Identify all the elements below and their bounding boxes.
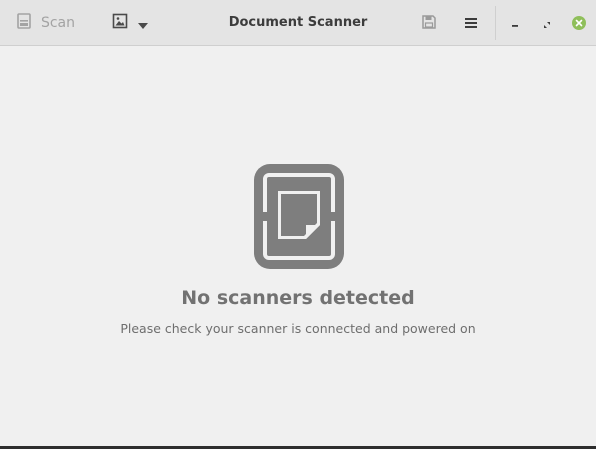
close-button[interactable] [567,7,591,39]
save-button[interactable] [414,7,444,39]
empty-state-subtitle: Please check your scanner is connected a… [120,321,476,336]
close-icon [572,16,586,30]
chevron-down-icon [138,14,148,33]
main-content: No scanners detected Please check your s… [0,46,596,446]
scan-button[interactable]: Scan [10,7,82,39]
document-scanner-icon [254,164,344,269]
image-icon [112,13,128,33]
menu-button[interactable] [456,7,486,39]
header-separator [495,6,496,40]
save-icon [422,14,436,33]
maximize-button[interactable] [536,7,558,39]
scanner-icon [17,13,31,33]
minimize-icon [511,14,519,33]
minimize-button[interactable] [504,7,526,39]
maximize-icon [543,14,551,33]
document-scanner-window: Scan Document Scanner No scanners detect… [0,0,596,446]
hamburger-menu-icon [465,14,477,33]
scan-button-label: Scan [40,15,76,31]
document-type-dropdown[interactable] [106,7,154,39]
window-title: Document Scanner [228,15,368,30]
header-bar: Scan Document Scanner [0,0,596,46]
empty-state-title: No scanners detected [181,287,415,309]
